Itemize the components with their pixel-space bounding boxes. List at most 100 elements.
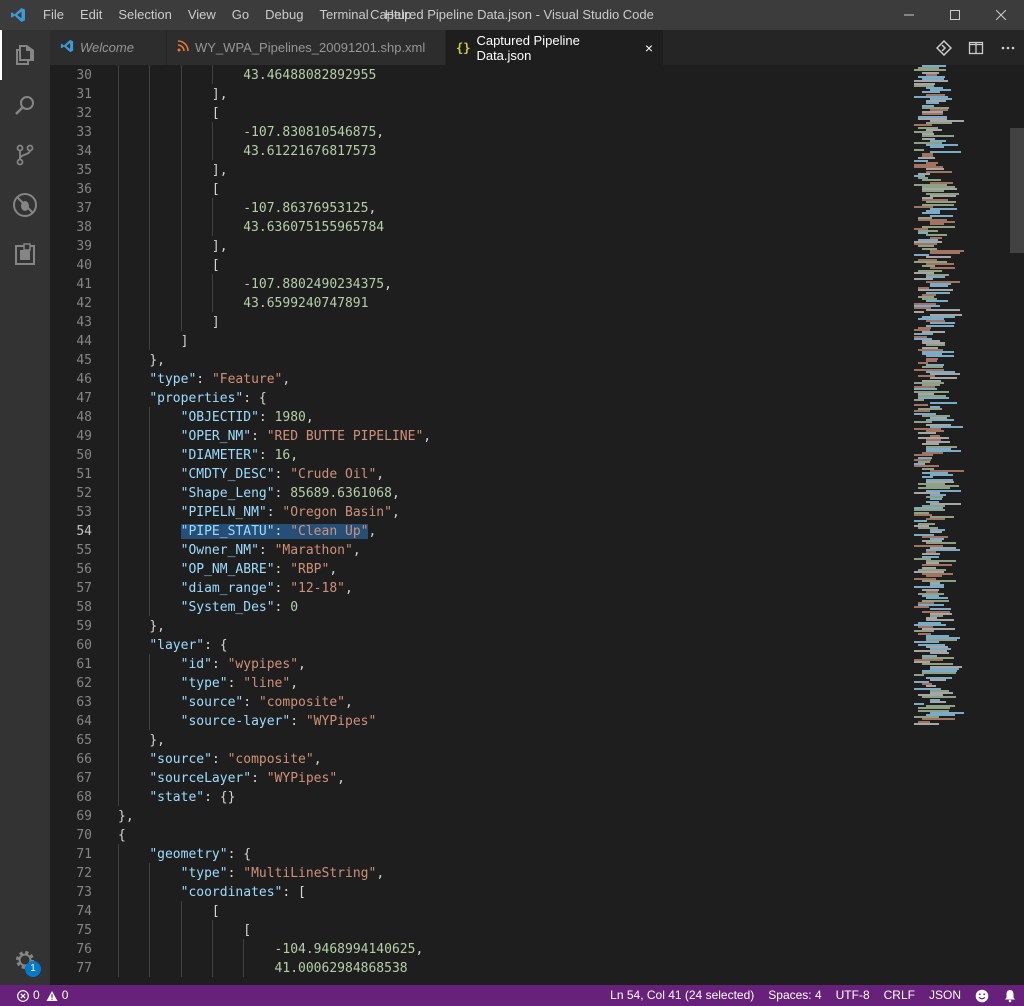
code-line[interactable]: 37 -107.86376953125, [50, 199, 910, 218]
code-line[interactable]: 31 ], [50, 85, 910, 104]
code-line[interactable]: 65 }, [50, 731, 910, 750]
indent-guide [118, 673, 119, 692]
code-line[interactable]: 54 "PIPE_STATU": "Clean Up", [50, 522, 910, 541]
code-line[interactable]: 39 ], [50, 237, 910, 256]
indent-guide [180, 920, 182, 939]
code-line[interactable]: 34 43.61221676817573 [50, 142, 910, 161]
code-line[interactable]: 64 "source-layer": "WYPipes" [50, 712, 910, 731]
indent-guide [180, 274, 182, 293]
close-window-button[interactable] [978, 0, 1024, 30]
line-code: "layer": { [149, 638, 228, 653]
minimize-button[interactable] [886, 0, 932, 30]
code-line[interactable]: 67 "sourceLayer": "WYPipes", [50, 769, 910, 788]
code-line[interactable]: 30 43.46488082892955 [50, 66, 910, 85]
split-editor-button[interactable] [960, 30, 992, 65]
more-actions-button[interactable] [992, 30, 1024, 65]
search-button[interactable] [0, 80, 50, 130]
minimap[interactable] [908, 65, 1008, 985]
indent-guide [118, 521, 119, 540]
code-line[interactable]: 40 [ [50, 256, 910, 275]
code-line[interactable]: 55 "Owner_NM": "Marathon", [50, 541, 910, 560]
notifications-button[interactable] [996, 989, 1024, 1003]
code-line[interactable]: 48 "OBJECTID": 1980, [50, 408, 910, 427]
indentation[interactable]: Spaces: 4 [761, 985, 828, 1006]
end-of-line[interactable]: CRLF [877, 985, 922, 1006]
code-line[interactable]: 51 "CMDTY_DESC": "Crude Oil", [50, 465, 910, 484]
code-line[interactable]: 53 "PIPELN_NM": "Oregon Basin", [50, 503, 910, 522]
code-line[interactable]: 61 "id": "wypipes", [50, 655, 910, 674]
code-line[interactable]: 46 "type": "Feature", [50, 370, 910, 389]
menu-edit[interactable]: Edit [72, 0, 110, 30]
menu-terminal[interactable]: Terminal [311, 0, 376, 30]
json-icon: {} [456, 40, 471, 55]
menu-go[interactable]: Go [224, 0, 257, 30]
indent-guide [149, 312, 151, 331]
code-line[interactable]: 69}, [50, 807, 910, 826]
close-tab-icon[interactable]: × [645, 40, 653, 56]
code-line[interactable]: 71 "geometry": { [50, 845, 910, 864]
cursor-position[interactable]: Ln 54, Col 41 (24 selected) [603, 985, 761, 1006]
code-line[interactable]: 50 "DIAMETER": 16, [50, 446, 910, 465]
code-line[interactable]: 52 "Shape_Leng": 85689.6361068, [50, 484, 910, 503]
menu-view[interactable]: View [180, 0, 224, 30]
feedback-button[interactable] [968, 989, 996, 1003]
code-line[interactable]: 59 }, [50, 617, 910, 636]
editor-actions [928, 30, 1024, 65]
code-line[interactable]: 75 [ [50, 921, 910, 940]
code-line[interactable]: 56 "OP_NM_ABRE": "RBP", [50, 560, 910, 579]
tab-welcome[interactable]: Welcome [50, 30, 167, 65]
tab-captured-pipeline-data[interactable]: {} Captured Pipeline Data.json × [446, 30, 664, 65]
code-line[interactable]: 32 [ [50, 104, 910, 123]
code-line[interactable]: 38 43.636075155965784 [50, 218, 910, 237]
vertical-scrollbar[interactable] [1010, 65, 1024, 985]
code-line[interactable]: 63 "source": "composite", [50, 693, 910, 712]
code-line[interactable]: 42 43.6599240747891 [50, 294, 910, 313]
extensions-button[interactable] [0, 230, 50, 280]
encoding[interactable]: UTF-8 [829, 985, 877, 1006]
code-line[interactable]: 60 "layer": { [50, 636, 910, 655]
code-line[interactable]: 77 41.00062984868538 [50, 959, 910, 978]
code-line[interactable]: 35 ], [50, 161, 910, 180]
indent-guide [180, 141, 182, 160]
menu-selection[interactable]: Selection [110, 0, 179, 30]
menu-debug[interactable]: Debug [257, 0, 311, 30]
tab-shp-xml[interactable]: WY_WPA_Pipelines_20091201.shp.xml [167, 30, 446, 65]
line-code: "id": "wypipes", [180, 657, 306, 672]
code-line[interactable]: 68 "state": {} [50, 788, 910, 807]
code-line[interactable]: 72 "type": "MultiLineString", [50, 864, 910, 883]
debug-button[interactable] [0, 180, 50, 230]
code-line[interactable]: 62 "type": "line", [50, 674, 910, 693]
code-line[interactable]: 49 "OPER_NM": "RED BUTTE PIPELINE", [50, 427, 910, 446]
open-changes-button[interactable] [928, 30, 960, 65]
line-number: 44 [76, 334, 92, 349]
problems-indicator[interactable]: 0 0 [10, 985, 75, 1006]
code-line[interactable]: 33 -107.830810546875, [50, 123, 910, 142]
scrollbar-thumb[interactable] [1010, 128, 1024, 253]
code-line[interactable]: 57 "diam_range": "12-18", [50, 579, 910, 598]
code-line[interactable]: 74 [ [50, 902, 910, 921]
line-code: "state": {} [149, 790, 236, 805]
line-code: [ [211, 106, 220, 121]
manage-button[interactable]: 1 [0, 935, 50, 985]
line-number: 71 [76, 847, 92, 862]
code-line[interactable]: 66 "source": "composite", [50, 750, 910, 769]
code-line[interactable]: 45 }, [50, 351, 910, 370]
source-control-button[interactable] [0, 130, 50, 180]
code-line[interactable]: 76 -104.9468994140625, [50, 940, 910, 959]
code-line[interactable]: 47 "properties": { [50, 389, 910, 408]
code-line[interactable]: 36 [ [50, 180, 910, 199]
code-editor[interactable]: 30 43.46488082892955 31 ], 32 [33 -107.830… [50, 65, 1024, 985]
split-editor-icon [968, 41, 984, 54]
menu-file[interactable]: File [35, 0, 72, 30]
menu-help[interactable]: Help [377, 0, 420, 30]
explorer-button[interactable] [0, 30, 50, 80]
maximize-button[interactable] [932, 0, 978, 30]
code-line[interactable]: 43 ] [50, 313, 910, 332]
indent-guide [149, 958, 151, 977]
code-line[interactable]: 41 -107.8802490234375, [50, 275, 910, 294]
language-mode[interactable]: JSON [922, 985, 968, 1006]
code-line[interactable]: 70 { [50, 826, 910, 845]
code-line[interactable]: 44 ] [50, 332, 910, 351]
code-line[interactable]: 73 "coordinates": [ [50, 883, 910, 902]
code-line[interactable]: 58 "System_Des": 0 [50, 598, 910, 617]
